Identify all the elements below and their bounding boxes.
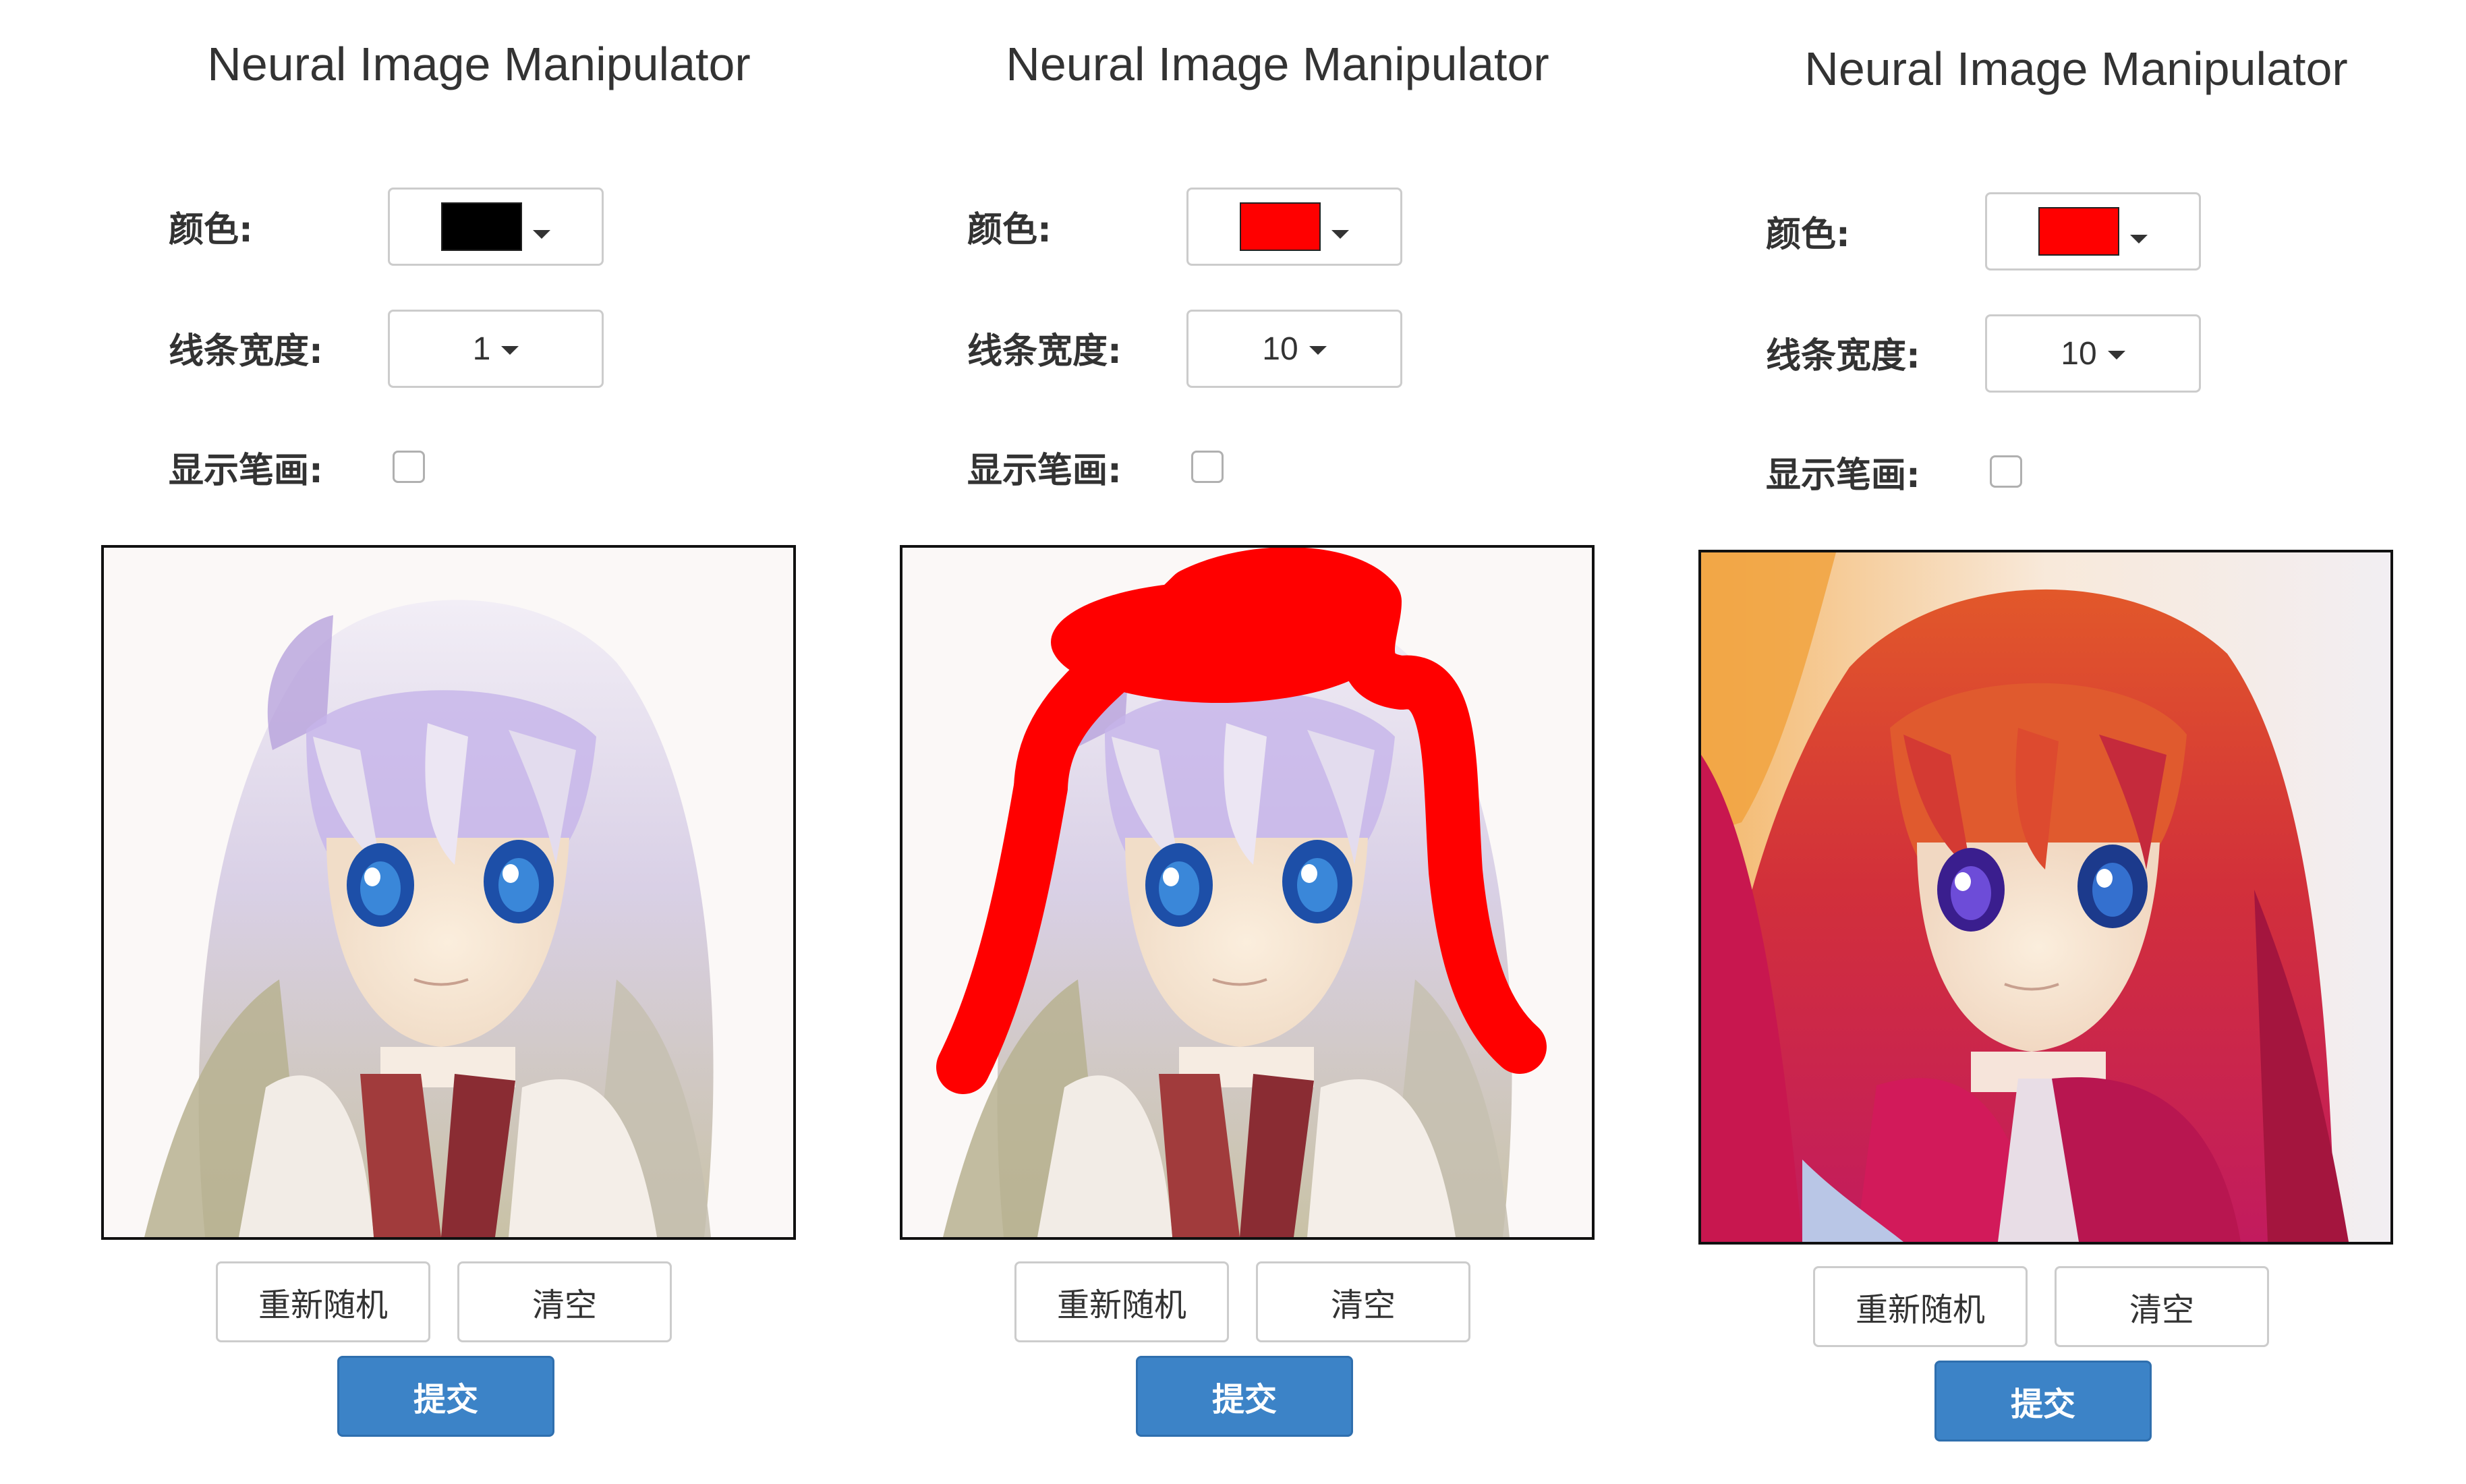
line-width-value: 10 (2061, 335, 2097, 372)
page-title: Neural Image Manipulator (207, 38, 751, 90)
line-width-value: 1 (472, 331, 491, 367)
line-width-label: 线条宽度: (169, 331, 323, 372)
drawing-canvas[interactable] (1698, 550, 2393, 1245)
clear-button[interactable]: 清空 (457, 1261, 672, 1342)
color-picker[interactable] (1985, 192, 2201, 270)
color-picker[interactable] (1186, 188, 1402, 266)
color-swatch (441, 202, 522, 251)
clear-button[interactable]: 清空 (2055, 1266, 2269, 1347)
color-label: 颜色: (169, 210, 253, 250)
drawing-canvas[interactable] (101, 545, 796, 1240)
line-width-value: 10 (1262, 331, 1298, 367)
rerandom-button[interactable]: 重新随机 (216, 1261, 430, 1342)
color-swatch (2038, 207, 2119, 256)
panel-3: Neural Image Manipulator 颜色: 线条宽度: 10 显示… (1698, 0, 2466, 1484)
color-picker[interactable] (388, 188, 604, 266)
line-width-select[interactable]: 10 (1985, 314, 2201, 393)
submit-button[interactable]: 提交 (1136, 1356, 1353, 1437)
clear-button[interactable]: 清空 (1256, 1261, 1470, 1342)
rerandom-button[interactable]: 重新随机 (1813, 1266, 2028, 1347)
show-strokes-label: 显示笔画: (169, 451, 323, 491)
show-strokes-checkbox[interactable] (393, 451, 425, 483)
show-strokes-label: 显示笔画: (1766, 455, 1920, 496)
chevron-down-icon (1331, 229, 1349, 239)
anime-portrait-image (104, 548, 793, 1237)
color-label: 颜色: (1766, 215, 1850, 255)
panel-2: Neural Image Manipulator 颜色: 线条宽度: 10 显示… (900, 0, 1709, 1484)
rerandom-button[interactable]: 重新随机 (1014, 1261, 1229, 1342)
show-strokes-label: 显示笔画: (967, 451, 1122, 491)
anime-portrait-image (902, 548, 1592, 1237)
anime-portrait-image (1701, 552, 2390, 1242)
line-width-label: 线条宽度: (1766, 336, 1920, 376)
show-strokes-checkbox[interactable] (1990, 455, 2022, 488)
chevron-down-icon (1309, 345, 1327, 355)
page-title: Neural Image Manipulator (1804, 42, 2348, 95)
submit-button[interactable]: 提交 (337, 1356, 554, 1437)
submit-button[interactable]: 提交 (1934, 1361, 2152, 1442)
chevron-down-icon (2130, 234, 2148, 244)
line-width-select[interactable]: 10 (1186, 310, 1402, 388)
panel-1: Neural Image Manipulator 颜色: 线条宽度: 1 显示笔… (101, 0, 911, 1484)
show-strokes-checkbox[interactable] (1191, 451, 1224, 483)
drawing-canvas[interactable] (900, 545, 1595, 1240)
chevron-down-icon (501, 345, 519, 355)
color-swatch (1240, 202, 1321, 251)
line-width-label: 线条宽度: (967, 331, 1122, 372)
color-label: 颜色: (967, 210, 1052, 250)
chevron-down-icon (2107, 350, 2125, 360)
chevron-down-icon (533, 229, 550, 239)
page-title: Neural Image Manipulator (1006, 38, 1549, 90)
line-width-select[interactable]: 1 (388, 310, 604, 388)
